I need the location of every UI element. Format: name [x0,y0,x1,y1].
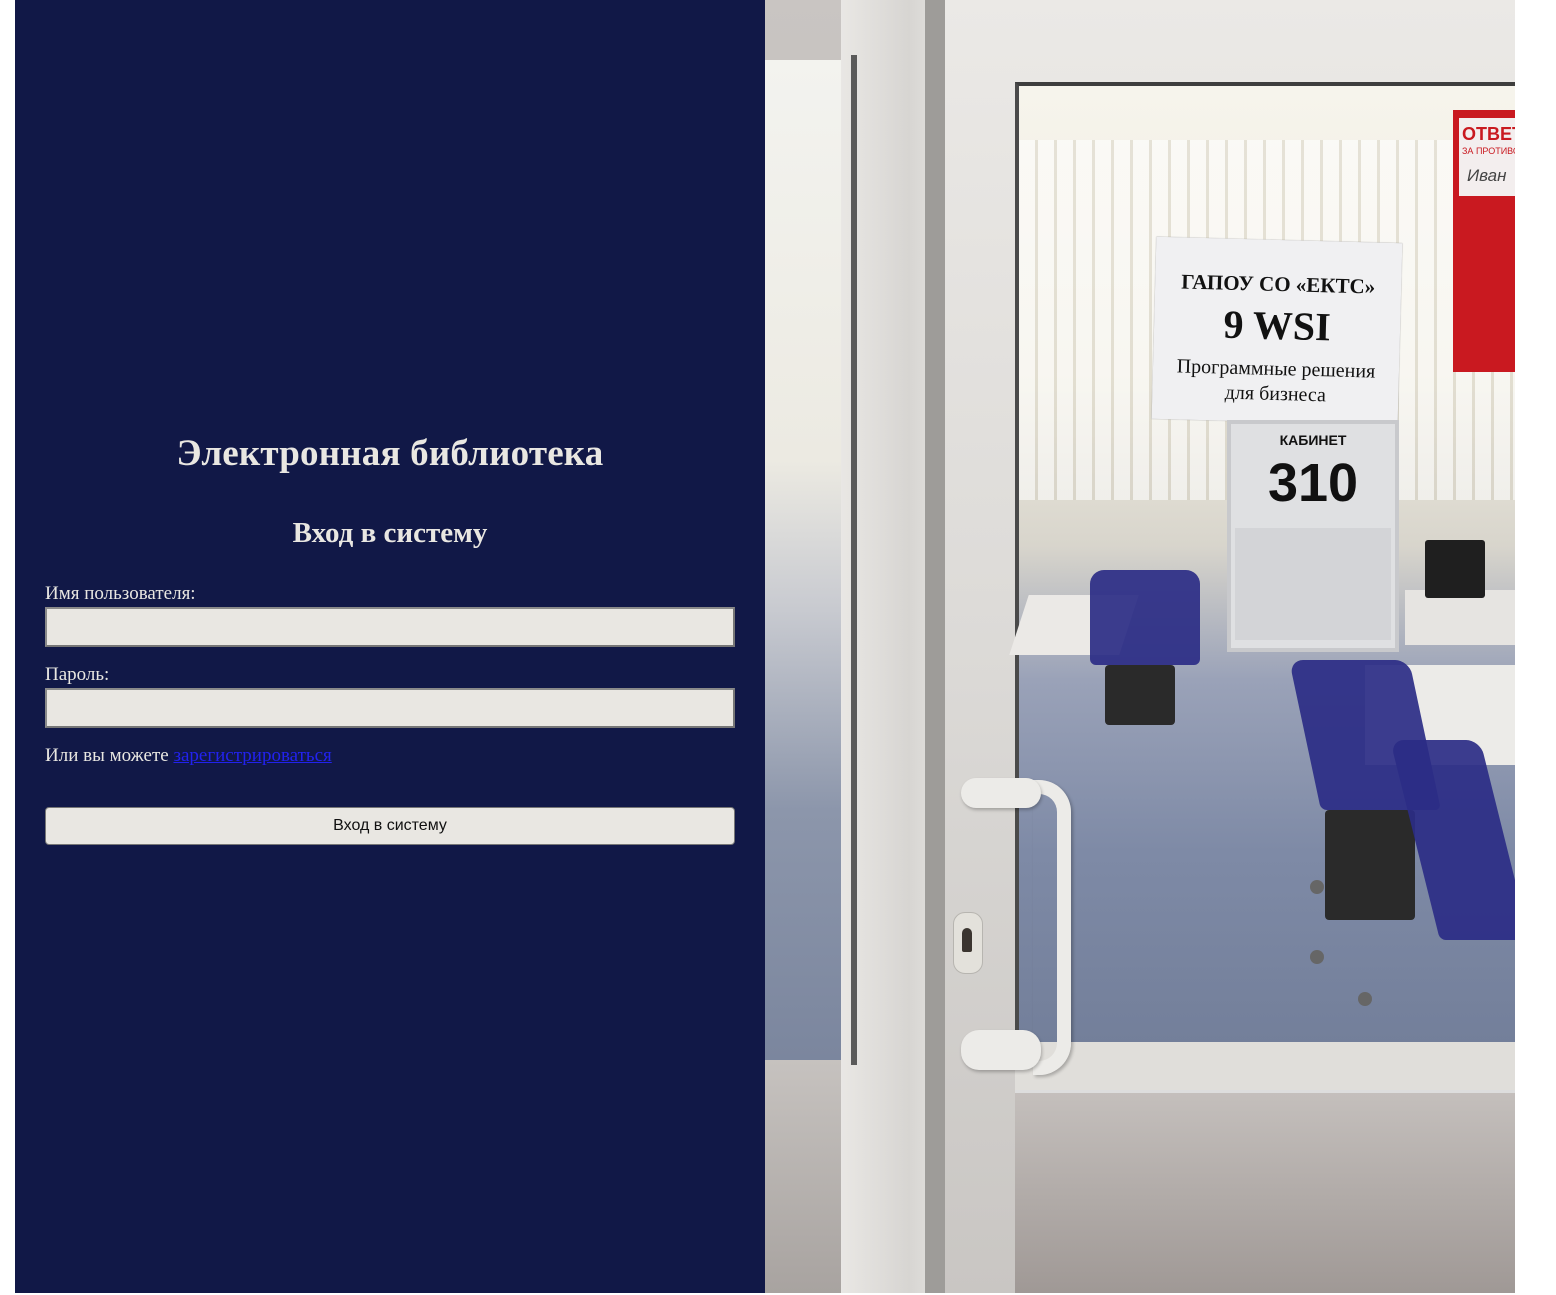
login-heading: Вход в систему [292,517,488,549]
login-form: Имя пользователя: Пароль: Или вы можете … [45,582,735,845]
background-photo: ОТВЕТ ЗА ПРОТИВОП Иван ГАПОУ СО «ЕКТС» 9… [765,0,1515,1293]
username-label: Имя пользователя: [45,583,196,604]
photo-chair-caster [1310,880,1324,894]
red-sign-text: ОТВЕТ [1462,124,1515,144]
sign-line: 9 WSI [1223,301,1332,350]
photo-chair-base [1105,665,1175,725]
password-block: Пароль: [45,663,735,728]
password-input[interactable] [45,688,735,728]
register-prefix: Или вы можете [45,745,169,766]
red-sign-handwriting: Иван [1467,166,1507,185]
photo-door-frame-shadow [925,0,945,1293]
photo-desk [1405,590,1515,645]
photo-chair-caster [1358,992,1372,1006]
room-number: 310 [1267,453,1359,513]
username-input[interactable] [45,607,735,647]
photo-door-rail [1015,1042,1515,1092]
room-label: КАБИНЕТ [1279,432,1347,448]
sign-line: ГАПОУ СО «ЕКТС» [1180,269,1376,299]
photo-door-lower-panel [1015,1090,1515,1293]
photo-side-frame-edge [851,55,857,1065]
login-panel: Электронная библиотека Вход в систему Им… [15,0,765,1293]
photo-room-plate: КАБИНЕТ 310 [1227,420,1399,652]
red-sign-subtext: ЗА ПРОТИВОП [1462,146,1515,156]
app-title: Электронная библиотека [176,433,604,474]
register-line: Или вы можете зарегистрироваться [45,744,735,768]
photo-paper-sign: ГАПОУ СО «ЕКТС» 9 WSI Программные решени… [1151,236,1403,426]
login-button[interactable]: Вход в систему [45,807,735,845]
photo-chair [1090,570,1200,665]
register-link[interactable]: зарегистрироваться [173,745,331,766]
room-plate-insert [1235,528,1391,640]
photo-chair-base [1325,810,1415,920]
login-page: Электронная библиотека Вход в систему Им… [0,0,1556,1295]
photo-door-handle [1033,780,1071,1075]
photo-red-sign-card: ОТВЕТ ЗА ПРОТИВОП Иван [1459,118,1515,196]
photo-keyhole [962,928,972,952]
photo-computer [1425,540,1485,598]
photo-handle-mount [961,778,1041,808]
photo-chair-caster [1310,950,1324,964]
password-label: Пароль: [45,664,110,685]
photo-side-glass [765,60,853,1060]
photo-handle-mount [961,1030,1041,1070]
sign-line: для бизнеса [1224,381,1327,407]
